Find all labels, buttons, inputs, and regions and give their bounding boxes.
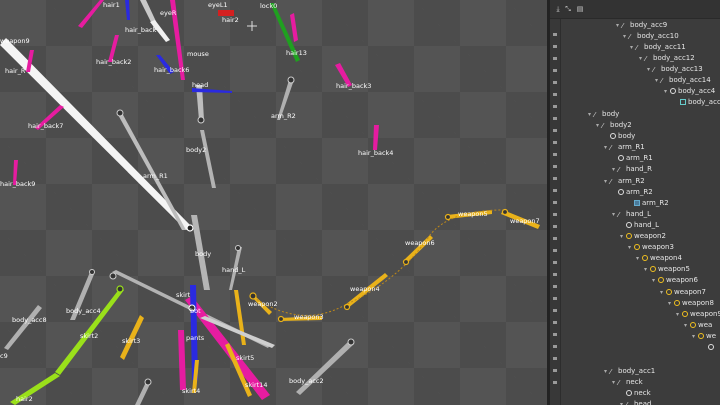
tree-row[interactable] bbox=[708, 342, 716, 353]
tree-row[interactable]: ▾ ⁄ arm_R2 bbox=[604, 176, 645, 187]
tree-row[interactable]: body_acc4 bbox=[680, 97, 720, 108]
label-body-acc2: body_acc2 bbox=[289, 377, 324, 385]
hierarchy-panel: ⤓ ⤡ ▤ ▾ ⁄ body_acc9 ▾ ⁄ body_acc10 ▾ ⁄ body_ac… bbox=[550, 0, 720, 405]
label-weapon2: weapon2 bbox=[248, 300, 278, 308]
tree-row[interactable]: ▾ ⁄ body_acc1 bbox=[604, 366, 655, 377]
label-weapon4: weapon4 bbox=[350, 285, 380, 293]
label-arm-r2: arm_R2 bbox=[271, 112, 296, 120]
label-hair2: hair2 bbox=[222, 16, 239, 24]
label-arm-r1: arm_R1 bbox=[143, 172, 168, 180]
label-hair2b: hair2 bbox=[16, 395, 33, 403]
tree-row[interactable]: arm_R2 bbox=[618, 187, 653, 198]
label-hair-back4: hair_back4 bbox=[358, 149, 393, 157]
tree-row[interactable]: ▾ ⁄ arm_R1 bbox=[604, 142, 645, 153]
bone-body-acc2[interactable] bbox=[296, 340, 354, 395]
hierarchy-toolbar: ⤓ ⤡ ▤ bbox=[550, 0, 720, 19]
label-mouse: mouse bbox=[187, 50, 209, 58]
tree-row[interactable]: ▾ ⁄ body_acc9 bbox=[616, 20, 667, 31]
tree-row[interactable]: body bbox=[610, 131, 635, 142]
bone-body-acc8[interactable] bbox=[4, 305, 42, 350]
label-body2: body2 bbox=[186, 146, 206, 154]
label-skirt4: skirt4 bbox=[182, 387, 200, 395]
label-weapon7: weapon7 bbox=[510, 217, 540, 225]
label-pants: pants bbox=[186, 334, 205, 342]
label-skirt3: skirt3 bbox=[122, 337, 140, 345]
tree-row[interactable]: ▾ ⁄ body_acc10 bbox=[623, 31, 679, 42]
label-hair-back2: hair_back2 bbox=[96, 58, 131, 66]
tree-row[interactable]: arm_R2 bbox=[634, 198, 669, 209]
label-eye-r: eyeR bbox=[160, 9, 177, 17]
bone-hair-back4[interactable] bbox=[373, 125, 379, 150]
label-bot: bot bbox=[190, 307, 201, 315]
tree-row[interactable]: hand_L bbox=[626, 220, 659, 231]
tree-row[interactable]: ▾ ⁄ hand_R bbox=[612, 164, 652, 175]
tree-row[interactable]: ▾ weapon8 bbox=[668, 298, 714, 309]
bone-skirt5[interactable] bbox=[178, 330, 186, 390]
tree-row[interactable]: ▾ ⁄ body bbox=[588, 109, 619, 120]
label-eye-l: eyeL1 bbox=[208, 1, 228, 9]
tree-row[interactable]: ▾ ⁄ body_acc14 bbox=[655, 75, 711, 86]
tree-row[interactable]: ▾ weapon4 bbox=[636, 253, 682, 264]
label-weapon6: weapon6 bbox=[405, 239, 435, 247]
bone-hair1[interactable] bbox=[78, 0, 104, 28]
tree-row[interactable]: ▾ weapon7 bbox=[660, 287, 706, 298]
label-hair-back7: hair_back7 bbox=[28, 122, 63, 130]
bone-body2[interactable] bbox=[200, 130, 216, 188]
filter-icon[interactable]: ⤓ bbox=[554, 5, 562, 13]
tree-row[interactable]: ▾ ⁄ hand_L bbox=[612, 209, 651, 220]
bones-layer bbox=[0, 0, 540, 405]
label-hair1: hair1 bbox=[103, 1, 120, 9]
label-hair-back6: hair_back6 bbox=[154, 66, 189, 74]
tree-row[interactable]: ▾ ⁄ head bbox=[620, 399, 651, 405]
label-body: body bbox=[195, 250, 211, 258]
tree-row[interactable]: arm_R1 bbox=[618, 153, 653, 164]
skeleton-viewport[interactable]: hair1 eyeR eyeL1 hair2 lock0 weapon9 hai… bbox=[0, 0, 547, 405]
label-weapon5: weapon5 bbox=[458, 210, 488, 218]
label-hair-r: hair_R bbox=[5, 67, 26, 75]
label-hand-l: hand_L bbox=[222, 266, 246, 274]
visibility-gutter[interactable] bbox=[550, 19, 561, 405]
label-body-acc8: body_acc8 bbox=[12, 316, 47, 324]
label-body-acc4: body_acc4 bbox=[66, 307, 101, 315]
tree-row[interactable]: ▾ wea bbox=[684, 320, 712, 331]
expand-icon[interactable]: ⤡ bbox=[564, 5, 572, 13]
label-weapon3: weapon3 bbox=[294, 313, 324, 321]
tree-row[interactable]: ▾ weapon5 bbox=[644, 264, 690, 275]
label-hair13: hair13 bbox=[286, 49, 307, 57]
label-skirt14: skirt14 bbox=[245, 381, 267, 389]
tree-row[interactable]: ▾ weapon3 bbox=[628, 242, 674, 253]
label-weapon9: weapon9 bbox=[0, 37, 30, 45]
crosshair-icon bbox=[247, 21, 257, 31]
label-skirt5: skirt5 bbox=[236, 354, 254, 362]
label-lock: lock0 bbox=[260, 2, 277, 10]
tree-row[interactable]: ▾ ⁄ body2 bbox=[596, 120, 632, 131]
label-skirt2: skirt2 bbox=[80, 332, 98, 340]
tree-row[interactable]: ▾ weapon6 bbox=[652, 275, 698, 286]
tree-row[interactable]: ▾ weapon2 bbox=[620, 231, 666, 242]
tree-row[interactable]: ▾ body_acc4 bbox=[664, 86, 715, 97]
bone-eye-r[interactable] bbox=[125, 0, 130, 20]
bone-weapon-shaft[interactable] bbox=[234, 290, 246, 345]
label-hair-back9: hair_back9 bbox=[0, 180, 35, 188]
label-hair-back3: hair_back3 bbox=[336, 82, 371, 90]
bone-leg[interactable] bbox=[135, 382, 151, 405]
bone-canvas[interactable]: hair1 eyeR eyeL1 hair2 lock0 weapon9 hai… bbox=[0, 0, 547, 405]
bone-hair13[interactable] bbox=[290, 13, 298, 42]
label-hair-back: hair_back bbox=[125, 26, 157, 34]
tree-row[interactable]: ▾ ⁄ body_acc12 bbox=[639, 53, 695, 64]
tree-row[interactable]: ▾ we bbox=[692, 331, 716, 342]
label-head: head bbox=[192, 81, 208, 89]
list-icon[interactable]: ▤ bbox=[576, 5, 584, 13]
label-skirt: skirt bbox=[176, 291, 191, 299]
tree-row[interactable]: neck bbox=[626, 388, 651, 399]
tree-row[interactable]: ▾ weapon9 bbox=[676, 309, 720, 320]
tree-row[interactable]: ▾ ⁄ body_acc13 bbox=[647, 64, 703, 75]
tree-row[interactable]: ▾ ⁄ body_acc11 bbox=[630, 42, 686, 53]
label-acc9: c9 bbox=[0, 352, 8, 360]
tree-row[interactable]: ▾ ⁄ neck bbox=[612, 377, 643, 388]
